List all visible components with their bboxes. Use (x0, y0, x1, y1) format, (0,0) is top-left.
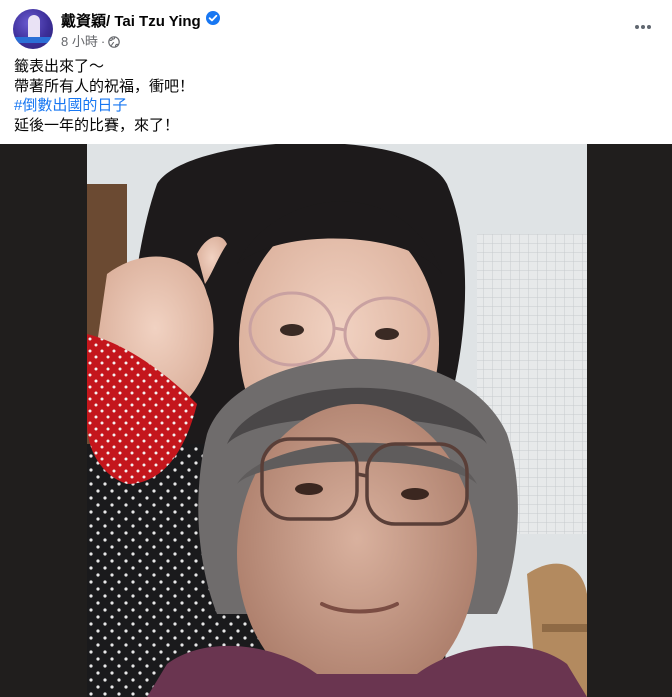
post-meta: 8 小時 · (61, 31, 120, 50)
globe-icon (108, 36, 120, 48)
meta-separator: · (100, 34, 106, 49)
author-name[interactable]: 戴資穎/ Tai Tzu Ying (61, 10, 201, 31)
post-text-line-1: 籤表出來了～ (14, 58, 105, 75)
more-options-icon[interactable] (626, 14, 660, 40)
post-text: 籤表出來了～ 帶著所有人的祝福，衝吧！ #倒數出國的日子 延後一年的比賽，來了！ (14, 57, 194, 135)
post-text-line-2: 帶著所有人的祝福，衝吧！ (14, 77, 195, 95)
post-header: 戴資穎/ Tai Tzu Ying 8 小時 · (0, 0, 672, 56)
verified-badge-icon (206, 11, 220, 25)
post-media (0, 144, 672, 697)
facebook-post: 戴資穎/ Tai Tzu Ying 8 小時 · 籤表出來了～ 帶著所有人的祝福，… (0, 0, 672, 697)
author-avatar[interactable] (13, 9, 53, 49)
hashtag-link[interactable]: #倒數出國的日子 (14, 96, 194, 116)
avatar-band (13, 37, 53, 43)
selfie-illustration (87, 144, 587, 697)
post-time[interactable]: 8 小時 (61, 34, 98, 49)
post-text-line-4: 延後一年的比賽，來了！ (14, 116, 180, 134)
selfie-photo[interactable] (87, 144, 587, 697)
